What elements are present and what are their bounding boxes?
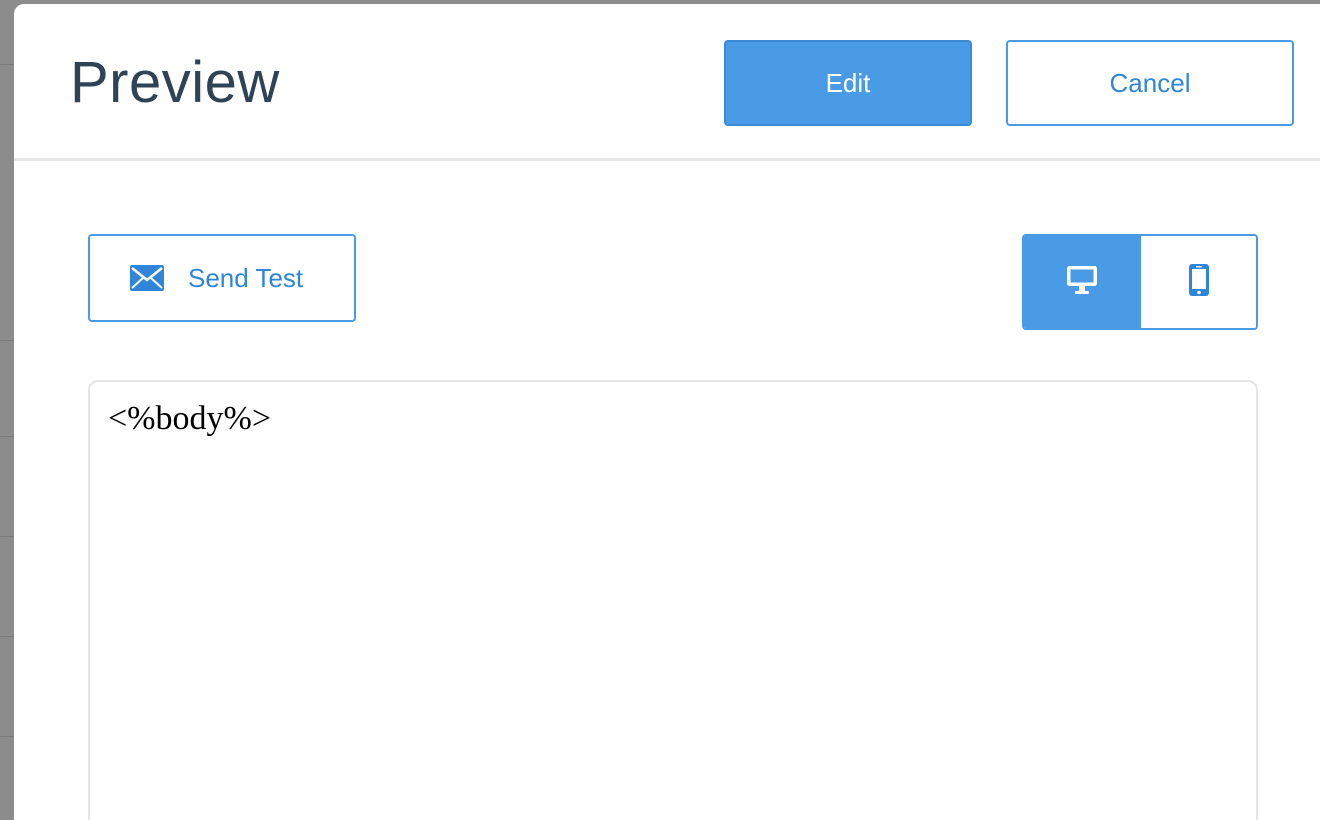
edit-button[interactable]: Edit [724,40,972,126]
backdrop-divider [0,736,14,737]
cancel-button[interactable]: Cancel [1006,40,1294,126]
backdrop-divider [0,340,14,341]
desktop-view-toggle[interactable] [1024,236,1139,328]
mobile-icon [1188,263,1209,301]
backdrop-divider [0,636,14,637]
send-test-label: Send Test [188,262,304,293]
desktop-icon [1066,264,1098,301]
modal-header: Preview Edit Cancel [14,4,1320,161]
send-test-button[interactable]: Send Test [88,234,356,322]
email-body-placeholder: <%body%> [108,400,271,437]
backdrop-divider [0,436,14,437]
email-preview-frame: <%body%> [88,380,1258,820]
mobile-view-toggle[interactable] [1139,236,1256,328]
envelope-icon [130,265,164,291]
backdrop-divider [0,64,14,65]
backdrop-divider [0,536,14,537]
preview-modal: Preview Edit Cancel Send Test <%body%> [14,4,1320,820]
modal-title: Preview [70,50,280,115]
device-toggle [1022,234,1258,330]
